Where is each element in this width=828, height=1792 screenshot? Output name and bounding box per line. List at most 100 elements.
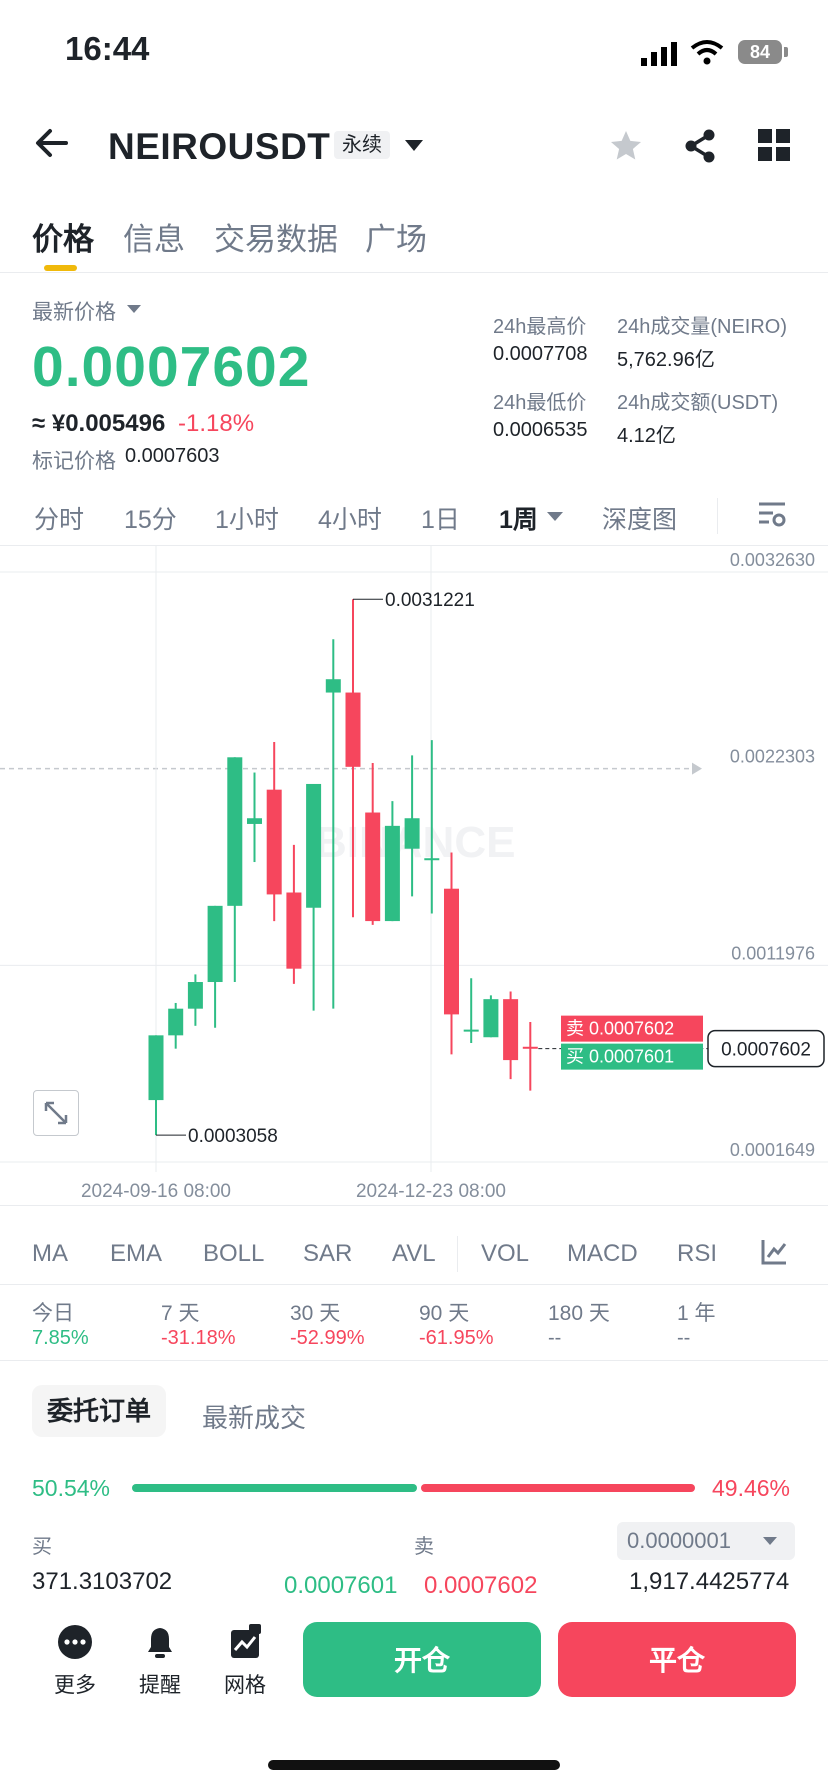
tab-square[interactable]: 广场: [365, 214, 427, 259]
mark-price-label: 标记价格: [32, 450, 116, 473]
tab-orders[interactable]: 委托订单: [32, 1385, 166, 1437]
interval-4h[interactable]: 4小时: [318, 500, 382, 536]
y-tick-label: 0.0022303: [730, 747, 815, 767]
candle-body: [522, 1046, 538, 1049]
close-position-button[interactable]: 平仓: [558, 1622, 796, 1697]
period-label: 1 年: [677, 1302, 716, 1325]
favorite-star-icon[interactable]: [608, 128, 644, 169]
indicator-settings-icon[interactable]: [760, 1238, 788, 1271]
latest-price-label[interactable]: 最新价格: [32, 296, 116, 326]
last-price-label: 0.0007602: [721, 1040, 811, 1061]
candle-body: [345, 692, 361, 767]
tab-info[interactable]: 信息: [123, 214, 185, 259]
buy-ratio-bar: [132, 1484, 417, 1492]
candle-body: [404, 818, 420, 849]
period-label: 30 天: [290, 1302, 341, 1325]
precision-caret-icon[interactable]: [763, 1537, 777, 1545]
battery-icon: 84: [738, 40, 782, 64]
interval-1d[interactable]: 1日: [421, 500, 460, 536]
grid-menu-icon[interactable]: [758, 129, 790, 166]
high-24h-value: 0.0007708: [493, 343, 588, 365]
high-annotation-label: 0.0031221: [385, 590, 475, 611]
period-change-value: -31.18%: [161, 1327, 236, 1349]
pair-title[interactable]: NEIROUSDT: [108, 126, 330, 168]
candle-body: [286, 892, 302, 969]
tab-latest-trades[interactable]: 最新成交: [202, 1398, 306, 1435]
candle-body: [168, 1008, 184, 1036]
divider: [0, 1205, 828, 1206]
tab-price[interactable]: 价格: [32, 214, 94, 259]
interval-depth[interactable]: 深度图: [602, 500, 677, 536]
indicator-vol[interactable]: VOL: [481, 1240, 529, 1268]
y-tick-label: 0.0032630: [730, 550, 815, 570]
open-position-button[interactable]: 开仓: [303, 1622, 541, 1697]
interval-1h[interactable]: 1小时: [215, 500, 279, 536]
interval-caret-icon[interactable]: [547, 512, 563, 521]
wifi-icon: [690, 38, 724, 71]
period-change-value: -61.95%: [419, 1327, 494, 1349]
chart-settings-icon[interactable]: [757, 500, 787, 535]
period-change-value: 7.85%: [32, 1327, 89, 1349]
share-icon[interactable]: [682, 128, 718, 169]
bid-price[interactable]: 0.0007601: [284, 1572, 397, 1600]
divider: [717, 498, 718, 534]
indicator-boll[interactable]: BOLL: [203, 1240, 264, 1268]
volume-24h-value: 5,762.96亿: [617, 349, 715, 371]
x-tick-label: 2024-09-16 08:00: [81, 1181, 231, 1202]
tab-active-indicator: [44, 265, 77, 271]
interval-time-share[interactable]: 分时: [34, 500, 84, 536]
candle-body: [483, 999, 499, 1038]
candle-body: [444, 888, 459, 1015]
grid-bot-icon[interactable]: [225, 1622, 265, 1662]
price-change-percent: -1.18%: [178, 410, 255, 437]
back-arrow-icon[interactable]: [34, 125, 70, 166]
buy-quantity: 371.3103702: [32, 1568, 173, 1595]
mark-price-value: 0.0007603: [125, 445, 220, 467]
ask-price[interactable]: 0.0007602: [424, 1572, 537, 1600]
divider: [0, 1284, 828, 1285]
contract-type-badge[interactable]: 永续: [334, 131, 390, 159]
battery-tip: [784, 47, 788, 57]
candle-body: [384, 825, 400, 922]
low-24h-label: 24h最低价: [493, 392, 587, 414]
indicator-ma[interactable]: MA: [32, 1240, 68, 1268]
pair-dropdown-caret-icon[interactable]: [405, 140, 423, 151]
tab-trading-data[interactable]: 交易数据: [214, 214, 338, 259]
interval-1w[interactable]: 1周: [499, 500, 538, 536]
candle-body: [187, 982, 203, 1009]
sell-percent: 49.46%: [712, 1475, 791, 1501]
interval-15m[interactable]: 15分: [124, 500, 177, 536]
period-change-value: -52.99%: [290, 1327, 365, 1349]
indicator-sar[interactable]: SAR: [303, 1240, 352, 1268]
candle-body: [325, 679, 341, 693]
alert-label[interactable]: 提醒: [120, 1669, 200, 1699]
last-price: 0.0007602: [32, 335, 311, 399]
reference-arrow: [692, 762, 702, 775]
x-tick-label: 2024-12-23 08:00: [356, 1181, 506, 1202]
sell-column-label: 卖: [414, 1536, 434, 1558]
candlestick-chart[interactable]: 0.0032630 0.0022303 0.0011976 0.0001649 2024…: [0, 545, 828, 1205]
bell-icon[interactable]: [140, 1622, 180, 1662]
indicator-rsi[interactable]: RSI: [677, 1240, 717, 1268]
candle-body: [463, 1029, 479, 1032]
more-icon[interactable]: [55, 1622, 95, 1662]
status-time: 16:44: [65, 30, 150, 67]
sell-quantity: 1,917.4425774: [629, 1568, 790, 1595]
grid-label[interactable]: 网格: [205, 1669, 285, 1699]
buy-percent: 50.54%: [32, 1475, 111, 1501]
amount-24h-label: 24h成交额(USDT): [617, 392, 779, 414]
signal-icon: [641, 42, 677, 71]
latest-price-caret-icon[interactable]: [127, 305, 141, 313]
indicator-macd[interactable]: MACD: [567, 1240, 638, 1268]
candle-body: [247, 818, 262, 824]
indicator-ema[interactable]: EMA: [110, 1240, 162, 1268]
expand-chart-icon[interactable]: [33, 1090, 79, 1136]
candle-body: [424, 858, 440, 861]
more-label[interactable]: 更多: [35, 1669, 115, 1699]
candle-body: [227, 757, 243, 906]
candle-body: [306, 783, 322, 908]
sell-tag-label: 卖 0.0007602: [566, 1019, 674, 1039]
indicator-avl[interactable]: AVL: [392, 1240, 436, 1268]
candle-body: [266, 789, 282, 895]
candle-body: [207, 905, 223, 983]
